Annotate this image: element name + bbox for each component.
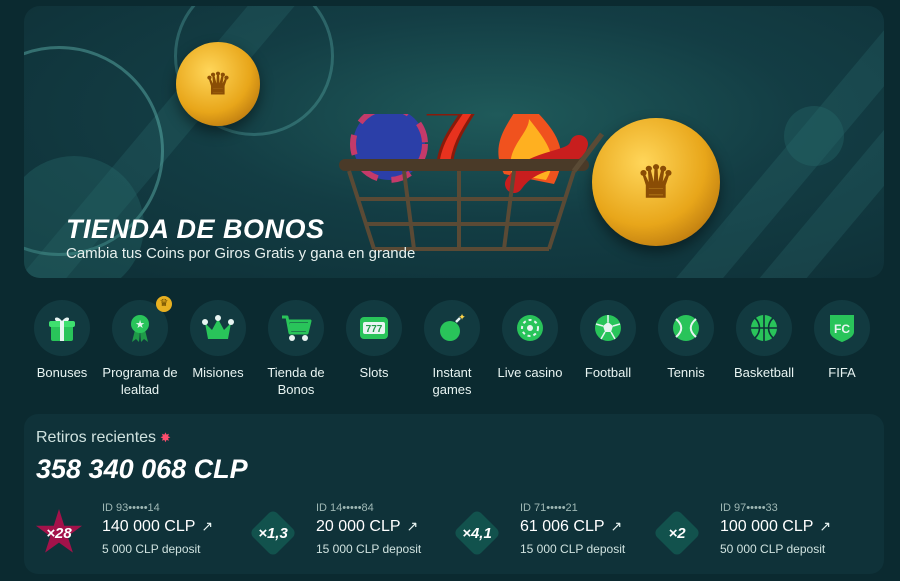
multiplier-value: ×1,3 [258,524,288,542]
category-label: Football [584,365,632,380]
withdrawal-item[interactable]: ×2 ID 97•••••33 100 000 CLP ↗ 50 000 CLP … [652,502,854,562]
category-icon-wrap [658,300,714,356]
user-id: ID 97•••••33 [720,502,778,514]
multiplier-value: ×4,1 [462,524,492,542]
panel-title-text: Retiros recientes [36,429,157,446]
category-bonus-shop[interactable]: Tienda de Bonos [256,300,336,398]
category-tennis[interactable]: Tennis [646,300,726,381]
roulette-icon [517,315,543,341]
withdrawal-item[interactable]: ×1,3 ID 14•••••84 20 000 CLP ↗ 15 000 CLP… [248,502,450,562]
category-slots[interactable]: 777 Slots [334,300,414,381]
user-id: ID 14•••••84 [316,502,374,514]
amount-text: 140 000 CLP [102,518,196,535]
withdrawal-item[interactable]: ×4,1 ID 71•••••21 61 006 CLP ↗ 15 000 CLP… [452,502,654,562]
banner-subtitle: Cambia tus Coins por Giros Gratis y gana… [66,245,416,262]
arrow-up-right-icon: ↗ [406,518,419,534]
category-icon-wrap [502,300,558,356]
tennis-ball-icon [673,315,699,341]
deposit-amount: 5 000 CLP deposit [102,542,201,556]
category-label: Bonuses [36,365,88,380]
category-label: Slots [359,365,389,380]
category-icon-wrap: ✦ [424,300,480,356]
deposit-amount: 15 000 CLP deposit [520,542,626,556]
amount-text: 61 006 CLP [520,518,605,535]
fc-shield-icon: FC [830,315,854,342]
multiplier-badge: ×1,3 [248,508,298,558]
gold-coin-icon: ♛ [592,118,720,246]
crown-icon [202,315,234,339]
category-live-casino[interactable]: Live casino [490,300,570,381]
category-label: Live casino [497,365,563,380]
multiplier-badge: ×2 [652,508,702,558]
category-label: FIFA [828,365,856,380]
slot-machine-icon: 777 [360,317,388,339]
category-icon-wrap [190,300,246,356]
multiplier-value: ×28 [46,524,72,542]
svg-text:777: 777 [366,324,383,335]
crown-icon: ♛ [156,296,172,312]
withdrawal-amount: 61 006 CLP ↗ [520,518,622,536]
football-icon [595,315,621,341]
category-football[interactable]: Football [568,300,648,381]
gift-icon [49,317,75,341]
withdrawal-amount: 140 000 CLP ↗ [102,518,213,536]
svg-text:★: ★ [135,318,145,331]
withdrawal-item[interactable]: ×28 ID 93•••••14 140 000 CLP ↗ 5 000 CLP … [35,502,236,562]
category-icon-wrap [34,300,90,356]
svg-text:FC: FC [834,322,850,336]
category-missions[interactable]: Misiones [178,300,258,381]
category-icon-wrap [736,300,792,356]
shopping-cart-icon [282,315,312,341]
category-instant-games[interactable]: ✦ Instant games [412,300,492,398]
multiplier-badge: ×4,1 [452,508,502,558]
arrow-up-right-icon: ↗ [819,518,832,534]
user-id: ID 93•••••14 [102,502,160,514]
category-label: Misiones [192,365,244,380]
category-icon-wrap: ★ ♛ [112,296,172,356]
category-icon-wrap [268,300,324,356]
user-id: ID 71•••••21 [520,502,578,514]
withdrawal-amount: 20 000 CLP ↗ [316,518,418,536]
recent-withdrawals-panel: Retiros recientes ✸ 358 340 068 CLP ×28 I… [24,414,884,574]
gold-coin-icon: ♛ [176,42,260,126]
category-bonuses[interactable]: Bonuses [22,300,102,381]
arrow-up-right-icon: ↗ [610,518,623,534]
shopping-cart-illustration-icon: 7 [339,114,604,251]
bomb-icon: ✦ [440,313,466,341]
withdrawal-amount: 100 000 CLP ↗ [720,518,831,536]
category-label: Tennis [667,365,705,380]
multiplier-value: ×2 [668,524,686,542]
category-icon-wrap [580,300,636,356]
arrow-up-right-icon: ↗ [201,518,214,534]
deposit-amount: 15 000 CLP deposit [316,542,422,556]
amount-text: 100 000 CLP [720,518,814,535]
withdrawals-total: 358 340 068 CLP [36,454,248,484]
category-nav: Bonuses ★ ♛ Programa de lealtad Misiones [28,296,878,402]
amount-text: 20 000 CLP [316,518,401,535]
bonus-shop-banner[interactable]: ♛ ♛ 7 TIENDA DE BONOS Cambia tus Coins p… [24,6,884,278]
category-label: Instant games [432,365,472,397]
live-indicator-icon: ✸ [160,430,171,445]
category-loyalty-program[interactable]: ★ ♛ Programa de lealtad [100,296,180,398]
banner-title: TIENDA DE BONOS [66,214,325,244]
category-label: Basketball [734,365,794,380]
category-fifa[interactable]: FC FIFA [802,300,882,381]
svg-text:7: 7 [424,114,477,190]
svg-text:✦: ✦ [458,313,466,323]
category-basketball[interactable]: Basketball [724,300,804,381]
category-icon-wrap: 777 [346,300,402,356]
decorative-bubble [784,106,844,166]
deposit-amount: 50 000 CLP deposit [720,542,826,556]
basketball-icon [751,315,777,341]
multiplier-badge: ×28 [35,509,83,556]
award-ribbon-icon: ★ [131,315,149,342]
category-icon-wrap: FC [814,300,870,356]
category-label: Programa de lealtad [102,365,178,397]
category-label: Tienda de Bonos [267,365,325,397]
panel-title: Retiros recientes ✸ [36,429,171,447]
